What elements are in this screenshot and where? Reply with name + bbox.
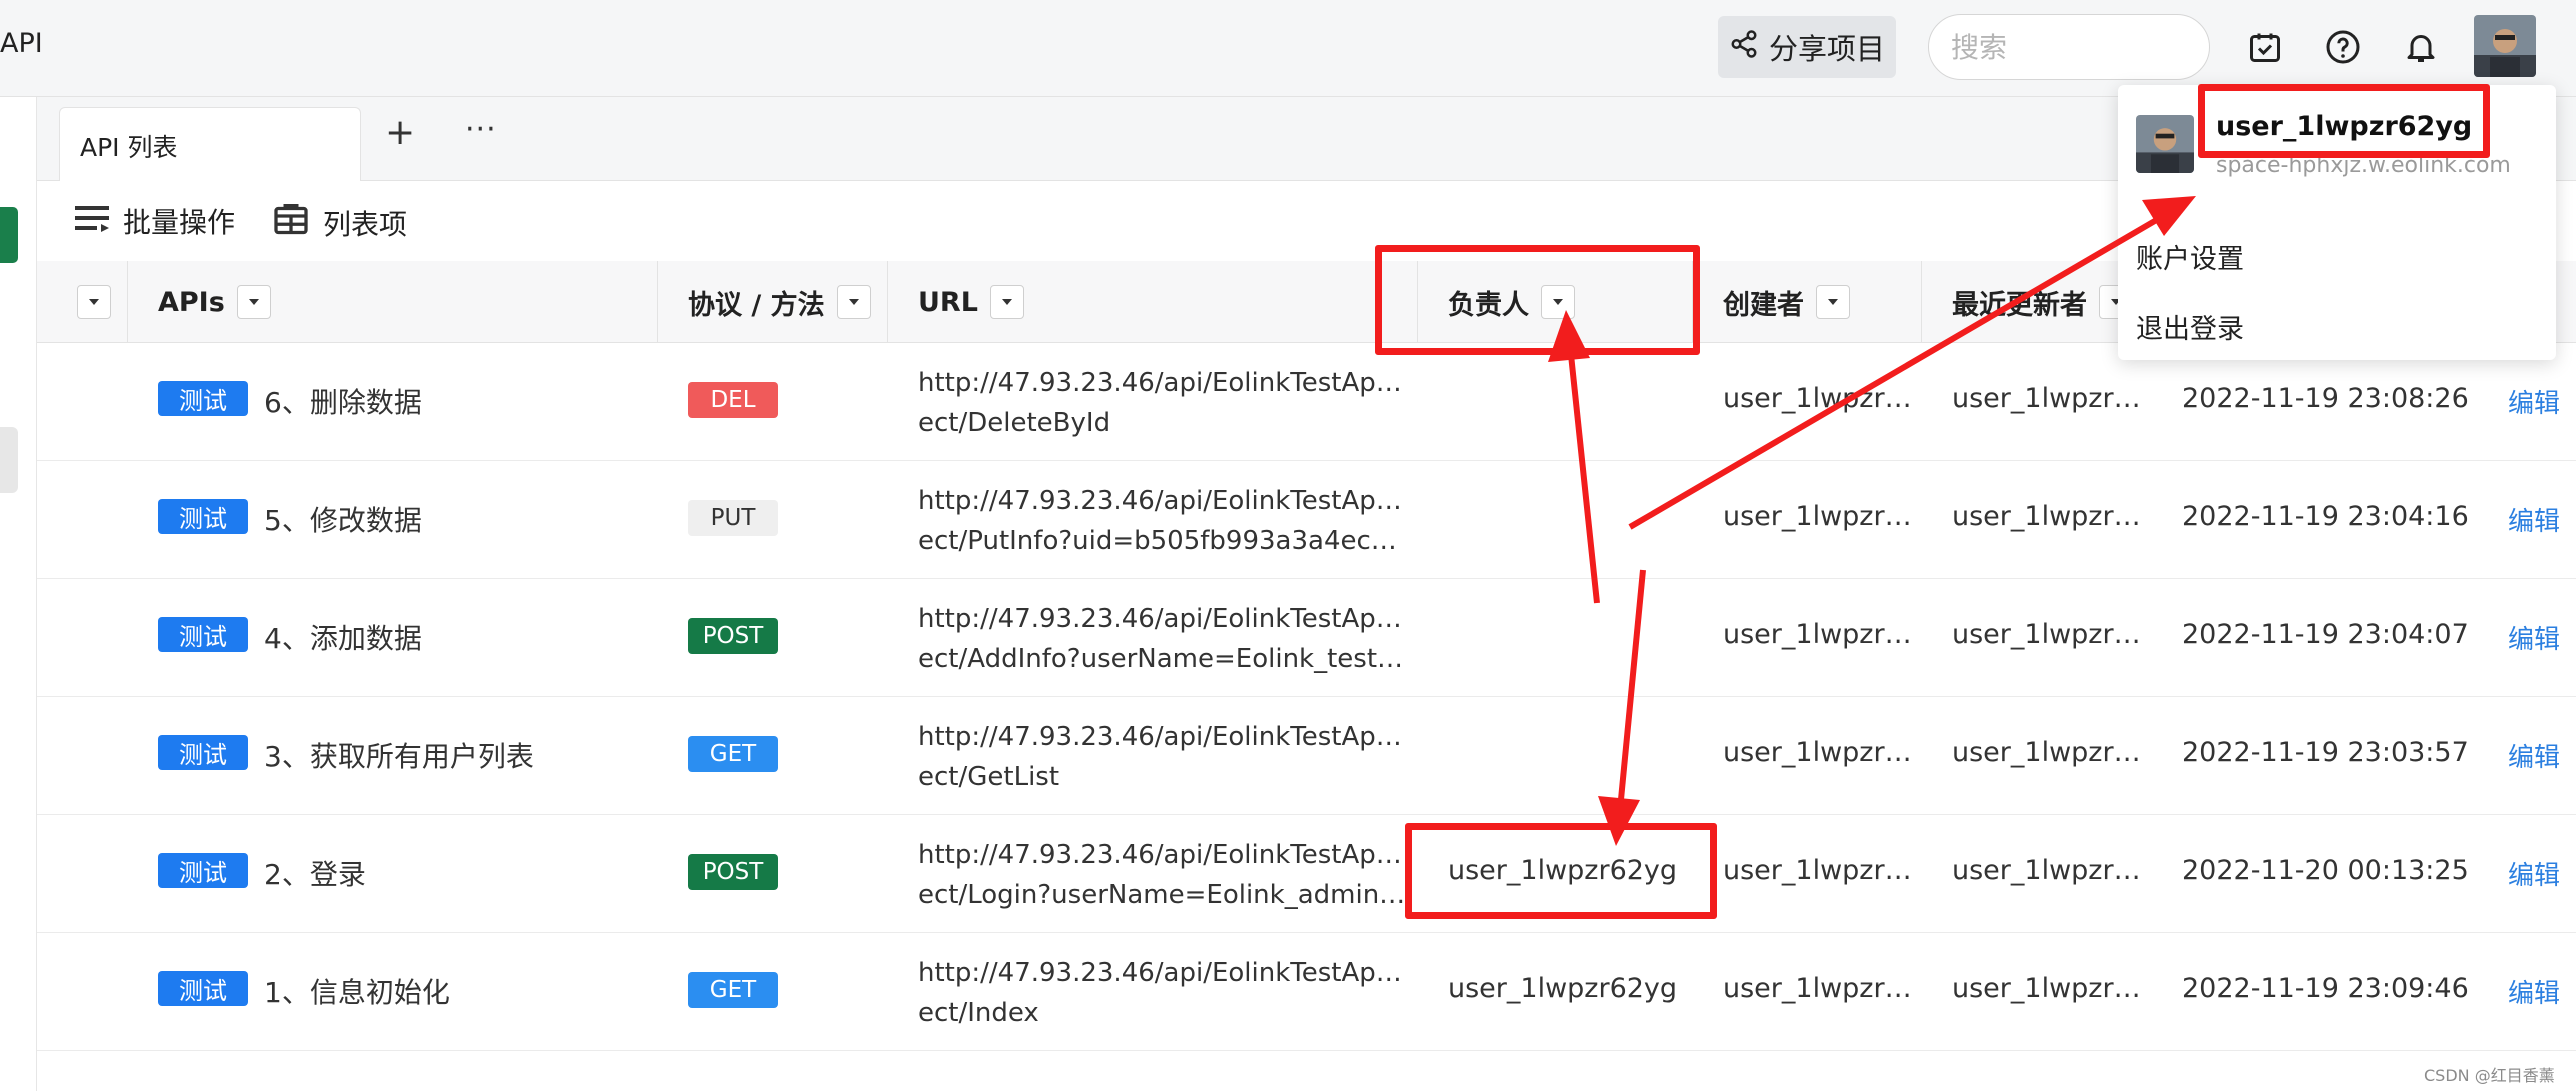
table-row[interactable]: 测试 3、获取所有用户列表 GET http://47.93.23.46/api/Eo… <box>37 697 2576 815</box>
updated-time-cell: 2022-11-19 23:03:57 <box>2182 737 2469 768</box>
api-name-link[interactable]: 1、信息初始化 <box>264 971 450 1011</box>
more-tabs-button[interactable]: ··· <box>465 115 497 145</box>
api-name-link[interactable]: 3、获取所有用户列表 <box>264 735 534 775</box>
sidebar-selected-item[interactable] <box>0 427 18 493</box>
account-settings-menu-item[interactable]: 账户设置 <box>2136 237 2244 276</box>
share-project-button[interactable]: 分享项目 <box>1718 16 1896 78</box>
creator-cell: user_1lwpzr62yg <box>1723 619 1923 650</box>
updater-cell: user_1lwpzr62yg <box>1952 383 2152 414</box>
api-url: http://47.93.23.46/api/EolinkTestApiProj… <box>918 604 1408 674</box>
edit-link[interactable]: 编辑 <box>2508 383 2560 420</box>
api-url: http://47.93.23.46/api/EolinkTestApiProj… <box>918 368 1408 438</box>
column-header-apis[interactable]: APIs <box>158 261 271 343</box>
share-icon <box>1729 29 1759 66</box>
table-row[interactable]: 测试 4、添加数据 POST http://47.93.23.46/api/Eolin… <box>37 579 2576 697</box>
app-title: API <box>0 28 43 59</box>
api-name-link[interactable]: 6、删除数据 <box>264 381 422 421</box>
select-all-dropdown[interactable] <box>77 261 111 343</box>
top-bar: API 分享项目 <box>0 0 2576 97</box>
watermark: CSDN @红目香薰 <box>2424 1066 2555 1085</box>
column-header-protocol-method[interactable]: 协议 / 方法 <box>688 261 871 343</box>
api-url: http://47.93.23.46/api/EolinkTestApiProj… <box>918 722 1408 792</box>
creator-cell: user_1lwpzr62yg <box>1723 737 1923 768</box>
updater-cell: user_1lwpzr62yg <box>1952 973 2152 1004</box>
test-tag-badge: 测试 <box>158 617 248 652</box>
creator-cell: user_1lwpzr62yg <box>1723 383 1923 414</box>
creator-cell: user_1lwpzr62yg <box>1723 501 1923 532</box>
updater-cell: user_1lwpzr62yg <box>1952 501 2152 532</box>
column-settings-button[interactable]: 列表项 <box>273 201 407 244</box>
list-icon <box>75 203 109 240</box>
column-header-updater[interactable]: 最近更新者 <box>1952 261 2133 343</box>
method-badge: PUT <box>688 500 778 536</box>
filter-dropdown[interactable] <box>236 285 271 319</box>
creator-cell: user_1lwpzr62yg <box>1723 855 1923 886</box>
method-badge: POST <box>688 854 778 890</box>
api-name-link[interactable]: 5、修改数据 <box>264 499 422 539</box>
creator-cell: user_1lwpzr62yg <box>1723 973 1923 1004</box>
updated-time-cell: 2022-11-19 23:09:46 <box>2182 973 2469 1004</box>
sidebar-add-button[interactable] <box>0 207 18 263</box>
user-avatar[interactable] <box>2474 15 2536 77</box>
method-badge: GET <box>688 972 778 1008</box>
api-table: APIs 协议 / 方法 URL 负责人 创建者 最近更新者 操 测试6、删除数… <box>37 261 2576 1051</box>
updated-time-cell: 2022-11-19 23:08:26 <box>2182 383 2469 414</box>
calendar-check-icon[interactable] <box>2244 26 2286 68</box>
edit-link[interactable]: 编辑 <box>2508 619 2560 656</box>
annotation-box-owner-header <box>1375 245 1700 355</box>
edit-link[interactable]: 编辑 <box>2508 855 2560 892</box>
table-icon <box>273 201 309 244</box>
test-tag-badge: 测试 <box>158 381 248 416</box>
logout-menu-item[interactable]: 退出登录 <box>2136 307 2244 346</box>
method-badge: GET <box>688 736 778 772</box>
batch-operation-label: 批量操作 <box>123 206 236 239</box>
tab-api-list[interactable]: API 列表 <box>59 107 361 182</box>
filter-dropdown[interactable] <box>1816 285 1850 319</box>
search-input[interactable] <box>1928 14 2210 80</box>
test-tag-badge: 测试 <box>158 971 248 1006</box>
column-header-url[interactable]: URL <box>918 261 1024 343</box>
updated-time-cell: 2022-11-20 00:13:25 <box>2182 855 2469 886</box>
column-settings-label: 列表项 <box>323 207 408 241</box>
filter-dropdown[interactable] <box>989 285 1024 319</box>
share-project-label: 分享项目 <box>1768 32 1885 66</box>
updater-cell: user_1lwpzr62yg <box>1952 619 2152 650</box>
annotation-box-username <box>2198 84 2490 158</box>
help-icon[interactable] <box>2322 26 2364 68</box>
api-name-link[interactable]: 4、添加数据 <box>264 617 422 657</box>
add-tab-button[interactable]: + <box>385 115 415 151</box>
updater-cell: user_1lwpzr62yg <box>1952 737 2152 768</box>
table-row[interactable]: 测试 5、修改数据 PUT http://47.93.23.46/api/Eolink… <box>37 461 2576 579</box>
bell-icon[interactable] <box>2400 26 2442 68</box>
user-menu-avatar <box>2136 115 2194 173</box>
test-tag-badge: 测试 <box>158 735 248 770</box>
test-tag-badge: 测试 <box>158 499 248 534</box>
edit-link[interactable]: 编辑 <box>2508 737 2560 774</box>
edit-link[interactable]: 编辑 <box>2508 973 2560 1010</box>
table-row[interactable]: 测试 6、删除数据 DEL http://47.93.23.46/api/Eolink… <box>37 343 2576 461</box>
caret-down-icon <box>89 299 99 305</box>
updated-time-cell: 2022-11-19 23:04:07 <box>2182 619 2469 650</box>
api-url: http://47.93.23.46/api/EolinkTestApiProj… <box>918 958 1408 1028</box>
column-header-creator[interactable]: 创建者 <box>1723 261 1850 343</box>
annotation-box-owner-cell <box>1405 823 1717 919</box>
left-sidebar <box>0 97 37 1091</box>
method-badge: DEL <box>688 382 778 418</box>
method-badge: POST <box>688 618 778 654</box>
api-url: http://47.93.23.46/api/EolinkTestApiProj… <box>918 840 1408 910</box>
filter-dropdown[interactable] <box>836 285 871 319</box>
test-tag-badge: 测试 <box>158 853 248 888</box>
edit-link[interactable]: 编辑 <box>2508 501 2560 538</box>
owner-cell: user_1lwpzr62yg <box>1448 973 1678 1004</box>
table-row[interactable]: 测试 2、登录 POST http://47.93.23.46/api/EolinkT… <box>37 815 2576 933</box>
api-url: http://47.93.23.46/api/EolinkTestApiProj… <box>918 486 1408 556</box>
api-name-link[interactable]: 2、登录 <box>264 853 366 893</box>
updated-time-cell: 2022-11-19 23:04:16 <box>2182 501 2469 532</box>
table-row[interactable]: 测试 1、信息初始化 GET http://47.93.23.46/api/Eolin… <box>37 933 2576 1051</box>
updater-cell: user_1lwpzr62yg <box>1952 855 2152 886</box>
batch-operation-button[interactable]: 批量操作 <box>75 201 235 241</box>
